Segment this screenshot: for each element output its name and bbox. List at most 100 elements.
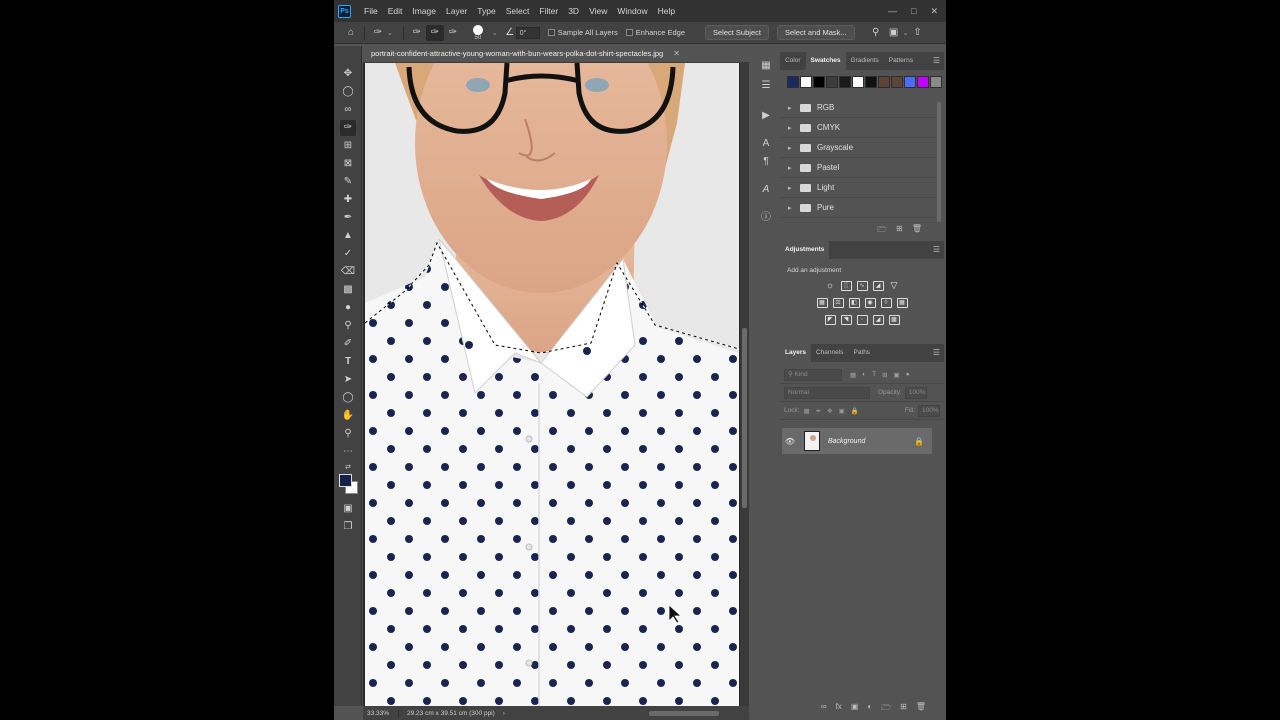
menu-3d[interactable]: 3D — [563, 0, 584, 22]
share-icon[interactable]: ⇧ — [909, 25, 927, 41]
color-balance-icon[interactable]: ⚖ — [832, 298, 844, 308]
actions-play-icon[interactable]: ▶ — [758, 108, 774, 124]
zoom-tool-icon[interactable]: ⚲ — [340, 426, 356, 442]
angle-input[interactable]: 0° — [515, 26, 540, 39]
path-selection-tool-icon[interactable]: ➤ — [340, 372, 356, 388]
type-tool-icon[interactable]: T — [340, 354, 356, 370]
enhance-edge-checkbox[interactable] — [625, 29, 633, 36]
menu-type[interactable]: Type — [472, 0, 500, 22]
home-icon[interactable]: ⌂ — [342, 25, 360, 41]
filter-pixel-icon[interactable]: ▦ — [850, 371, 856, 379]
filter-shape-icon[interactable]: ⊞ — [882, 371, 887, 379]
lasso-tool-icon[interactable]: ∞ — [340, 102, 356, 118]
swatch-cell[interactable] — [826, 76, 838, 88]
blur-tool-icon[interactable]: ● — [340, 300, 356, 316]
filter-type-icon[interactable]: T — [872, 371, 876, 379]
photo-filter-icon[interactable]: ◉ — [864, 298, 876, 308]
menu-select[interactable]: Select — [501, 0, 535, 22]
new-swatch-icon[interactable]: ⊞ — [896, 224, 903, 238]
link-layers-icon[interactable]: ∞ — [821, 702, 827, 716]
add-to-selection-icon[interactable]: ✑ — [425, 24, 444, 41]
new-layer-icon[interactable]: ⊞ — [900, 702, 907, 716]
info-icon[interactable]: ⓘ — [758, 210, 774, 226]
blend-mode-select[interactable]: Normal — [784, 386, 870, 399]
character-icon[interactable]: A — [758, 136, 774, 152]
document-tab[interactable]: portrait-confident-attractive-young-woma… — [363, 44, 750, 63]
properties-icon[interactable]: ☰ — [758, 78, 774, 94]
color-lookup-icon[interactable]: ▦ — [896, 298, 908, 308]
swatches-scrollbar[interactable] — [937, 102, 941, 222]
search-icon[interactable]: ⚲ — [867, 25, 885, 41]
workspace-icon[interactable]: ▣ — [885, 25, 903, 41]
paragraph-icon[interactable]: ¶ — [758, 154, 774, 170]
exposure-icon[interactable]: ◢ — [872, 281, 884, 291]
menu-help[interactable]: Help — [653, 0, 680, 22]
brush-size-picker[interactable]: 50 — [466, 23, 490, 43]
lock-image-icon[interactable]: ✒ — [816, 407, 821, 415]
history-icon[interactable]: ▦ — [758, 58, 774, 74]
swatch-cell[interactable] — [852, 76, 864, 88]
glyphs-icon[interactable]: A — [758, 182, 774, 198]
filter-toggle-icon[interactable]: ● — [906, 371, 910, 379]
swatch-folder-pure[interactable]: ▸ Pure — [780, 198, 936, 218]
panel-menu-icon[interactable]: ☰ — [933, 57, 940, 65]
filter-smart-object-icon[interactable]: ▣ — [894, 371, 900, 379]
brush-tool-icon[interactable]: ✒ — [340, 210, 356, 226]
tab-color[interactable]: Color — [780, 52, 806, 70]
menu-view[interactable]: View — [584, 0, 612, 22]
ellipse-tool-icon[interactable]: ◯ — [340, 390, 356, 406]
chevron-down-icon[interactable]: ⌄ — [387, 29, 393, 37]
crop-tool-icon[interactable]: ⊞ — [340, 138, 356, 154]
curves-icon[interactable]: ∿ — [856, 281, 868, 291]
chevron-right-icon[interactable]: › — [503, 710, 505, 717]
tab-channels[interactable]: Channels — [811, 344, 848, 362]
gradient-tool-icon[interactable]: ▩ — [340, 282, 356, 298]
pen-tool-icon[interactable]: ✐ — [340, 336, 356, 352]
close-tab-icon[interactable]: ✕ — [673, 49, 680, 58]
clone-stamp-tool-icon[interactable]: ▲ — [340, 228, 356, 244]
chevron-down-icon[interactable]: ⌄ — [492, 29, 498, 37]
quick-selection-tool-icon[interactable]: ✑ — [340, 120, 356, 136]
tab-layers[interactable]: Layers — [780, 344, 811, 362]
tab-gradients[interactable]: Gradients — [846, 52, 884, 70]
black-white-icon[interactable]: ◧ — [848, 298, 860, 308]
menu-window[interactable]: Window — [612, 0, 652, 22]
eraser-tool-icon[interactable]: ⌫ — [340, 264, 356, 280]
menu-file[interactable]: File — [359, 0, 383, 22]
lock-transparent-icon[interactable]: ▦ — [804, 407, 810, 415]
lock-all-icon[interactable]: 🔒 — [851, 407, 859, 415]
zoom-level[interactable]: 33.33% — [363, 709, 399, 717]
swatch-cell[interactable] — [865, 76, 877, 88]
dodge-tool-icon[interactable]: ⚲ — [340, 318, 356, 334]
opacity-input[interactable]: 100% — [904, 386, 927, 399]
vertical-scrollbar[interactable] — [740, 63, 749, 706]
marquee-tool-icon[interactable]: ◯ — [340, 84, 356, 100]
swatch-cell[interactable] — [891, 76, 903, 88]
new-group-icon[interactable]: 🗁 — [881, 702, 891, 716]
gradient-map-icon[interactable]: ▩ — [888, 315, 900, 325]
horizontal-scrollbar[interactable] — [649, 710, 719, 716]
panel-menu-icon[interactable]: ☰ — [933, 349, 940, 357]
menu-image[interactable]: Image — [407, 0, 441, 22]
new-selection-icon[interactable]: ✑ — [408, 25, 426, 41]
swatch-folder-cmyk[interactable]: ▸ CMYK — [780, 118, 936, 138]
threshold-icon[interactable]: ◦ — [856, 315, 868, 325]
invert-icon[interactable]: ◤ — [824, 315, 836, 325]
layer-name[interactable]: Background — [828, 438, 865, 445]
swatch-cell[interactable] — [839, 76, 851, 88]
frame-tool-icon[interactable]: ⊠ — [340, 156, 356, 172]
history-brush-tool-icon[interactable]: ✓ — [340, 246, 356, 262]
swatch-cell[interactable] — [787, 76, 799, 88]
lock-position-icon[interactable]: ✥ — [827, 407, 832, 415]
swatch-cell[interactable] — [878, 76, 890, 88]
layer-row-background[interactable]: 👁 Background 🔒 — [782, 428, 932, 454]
tab-adjustments[interactable]: Adjustments — [780, 241, 830, 259]
more-tools-icon[interactable]: ⋯ — [340, 444, 356, 460]
swatch-cell[interactable] — [904, 76, 916, 88]
subtract-from-selection-icon[interactable]: ✑ — [444, 25, 462, 41]
swatch-folder-grayscale[interactable]: ▸ Grayscale — [780, 138, 936, 158]
quick-mask-icon[interactable]: ▣ — [340, 501, 356, 517]
quick-selection-preset-icon[interactable]: ✑ — [369, 25, 387, 41]
lock-artboard-icon[interactable]: ▣ — [839, 407, 845, 415]
tab-swatches[interactable]: Swatches — [805, 52, 846, 70]
